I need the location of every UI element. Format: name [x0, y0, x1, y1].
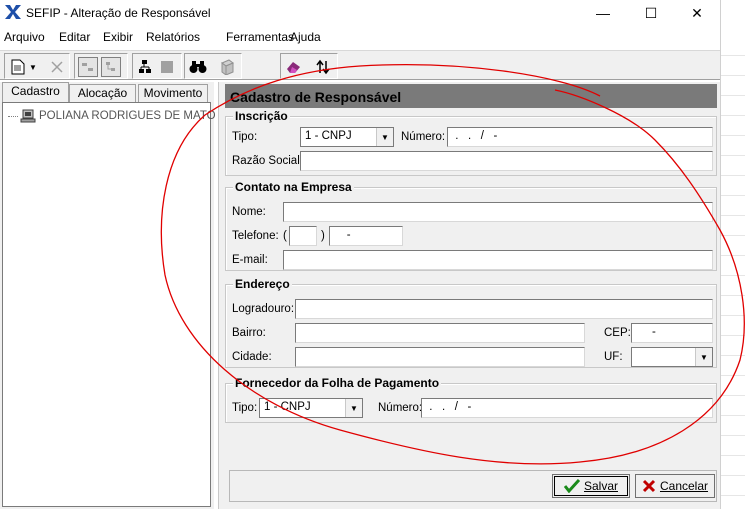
inscricao-numero-label: Número:	[401, 131, 446, 143]
logradouro-input[interactable]	[295, 299, 713, 319]
title-bar: SEFIP - Alteração de Responsável — ☐ ✕	[0, 0, 720, 26]
eraser-icon[interactable]	[284, 57, 304, 77]
tree-item-label: POLIANA RODRIGUES DE MATO	[39, 110, 216, 122]
tab-cadastro[interactable]: Cadastro	[2, 82, 69, 102]
toolbar-group-view	[74, 53, 128, 79]
inscricao-numero-input[interactable]: . . / -	[447, 127, 713, 147]
salvar-label: Salvar	[583, 479, 618, 493]
check-icon	[563, 479, 580, 493]
menu-ajuda[interactable]: Ajuda	[290, 30, 321, 44]
menu-relatorios[interactable]: Relatórios	[146, 30, 200, 44]
background-spreadsheet-edge	[720, 0, 745, 509]
groupbox-endereco-title: Endereço	[233, 277, 292, 291]
logradouro-label: Logradouro:	[232, 303, 295, 315]
groupbox-fornecedor: Fornecedor da Folha de Pagamento Tipo: 1…	[225, 376, 717, 423]
toolbar: ▼	[0, 50, 720, 80]
telefone-ddd-input[interactable]	[289, 226, 317, 246]
tab-alocacao[interactable]: Alocação	[69, 84, 136, 102]
list-view-icon[interactable]	[78, 57, 98, 77]
menu-arquivo[interactable]: Arquivo	[4, 30, 45, 44]
cep-input[interactable]: -	[631, 323, 713, 343]
fornecedor-numero-input[interactable]: . . / -	[421, 398, 713, 418]
cidade-input[interactable]	[295, 347, 585, 367]
maximize-button[interactable]: ☐	[628, 0, 674, 26]
email-label: E-mail:	[232, 254, 268, 266]
groupbox-contato: Contato na Empresa Nome: Telefone: ( ) -…	[225, 180, 717, 271]
cancel-x-icon	[642, 479, 656, 493]
tree-view-icon[interactable]	[101, 57, 121, 77]
cep-label: CEP:	[604, 327, 631, 339]
form-header: Cadastro de Responsável	[225, 84, 717, 108]
computer-icon	[20, 109, 36, 123]
calculator-icon[interactable]	[217, 57, 237, 77]
tab-movimento[interactable]: Movimento	[138, 84, 208, 102]
telefone-label: Telefone:	[232, 230, 279, 242]
groupbox-endereco: Endereço Logradouro: Bairro: CEP: - Cida…	[225, 277, 717, 368]
bairro-input[interactable]	[295, 323, 585, 343]
responsavel-tree: POLIANA RODRIGUES DE MATO	[2, 102, 216, 507]
cancelar-label: Cancelar	[659, 479, 709, 493]
salvar-button[interactable]: Salvar	[552, 474, 630, 498]
bairro-label: Bairro:	[232, 327, 266, 339]
cidade-label: Cidade:	[232, 351, 272, 363]
chevron-down-icon[interactable]: ▼	[695, 348, 712, 366]
toolbar-group-file: ▼	[4, 53, 70, 79]
binoculars-icon[interactable]	[188, 57, 208, 77]
window-title: SEFIP - Alteração de Responsável	[26, 6, 211, 20]
menu-bar: Arquivo Editar Exibir Relatórios Ferrame…	[0, 27, 720, 47]
delete-icon[interactable]	[47, 57, 67, 77]
email-input[interactable]	[283, 250, 713, 270]
fornecedor-tipo-value: 1 - CNPJ	[264, 401, 311, 413]
chevron-down-icon[interactable]: ▼	[345, 399, 362, 417]
menu-editar[interactable]: Editar	[59, 30, 90, 44]
nome-input[interactable]	[283, 202, 713, 222]
inscricao-tipo-value: 1 - CNPJ	[305, 130, 352, 142]
sefip-app-icon	[5, 5, 21, 19]
groupbox-inscricao-title: Inscrição	[233, 109, 290, 123]
razao-social-label: Razão Social:	[232, 155, 303, 167]
groupbox-contato-title: Contato na Empresa	[233, 180, 354, 194]
chevron-down-icon[interactable]: ▼	[376, 128, 393, 146]
form-panel: Cadastro de Responsável Inscrição Tipo: …	[218, 82, 720, 509]
new-document-icon[interactable]	[8, 57, 28, 77]
telefone-paren-close: )	[321, 230, 325, 242]
groupbox-fornecedor-title: Fornecedor da Folha de Pagamento	[233, 376, 442, 390]
toolbar-group-edit	[132, 53, 182, 79]
form-footer: Salvar Cancelar	[229, 470, 717, 502]
fornecedor-numero-label: Número:	[378, 402, 423, 414]
hierarchy-icon[interactable]	[135, 57, 155, 77]
left-panel: Cadastro Alocação Movimento POLIANA RODR…	[0, 82, 216, 509]
groupbox-inscricao: Inscrição Tipo: 1 - CNPJ ▼ Número: . . /…	[225, 109, 717, 176]
stop-icon[interactable]	[157, 57, 177, 77]
sort-arrows-icon[interactable]	[313, 57, 333, 77]
menu-ferramentas[interactable]: Ferramentas	[226, 30, 294, 44]
close-button[interactable]: ✕	[674, 0, 720, 26]
inscricao-tipo-label: Tipo:	[232, 131, 258, 143]
uf-select[interactable]: ▼	[631, 347, 713, 367]
inscricao-tipo-select[interactable]: 1 - CNPJ ▼	[300, 127, 394, 147]
telefone-input[interactable]: -	[329, 226, 403, 246]
uf-label: UF:	[604, 351, 623, 363]
cancelar-button[interactable]: Cancelar	[635, 474, 715, 498]
nome-label: Nome:	[232, 206, 266, 218]
new-dropdown-icon[interactable]: ▼	[27, 57, 39, 77]
tree-item-responsavel[interactable]: POLIANA RODRIGUES DE MATO	[8, 109, 216, 123]
menu-exibir[interactable]: Exibir	[103, 30, 133, 44]
toolbar-group-tools	[184, 53, 242, 79]
minimize-button[interactable]: —	[580, 0, 626, 26]
toolbar-group-extra	[280, 53, 338, 79]
razao-social-input[interactable]	[300, 151, 713, 171]
fornecedor-tipo-label: Tipo:	[232, 402, 258, 414]
fornecedor-tipo-select[interactable]: 1 - CNPJ ▼	[259, 398, 363, 418]
telefone-paren-open: (	[283, 230, 287, 242]
